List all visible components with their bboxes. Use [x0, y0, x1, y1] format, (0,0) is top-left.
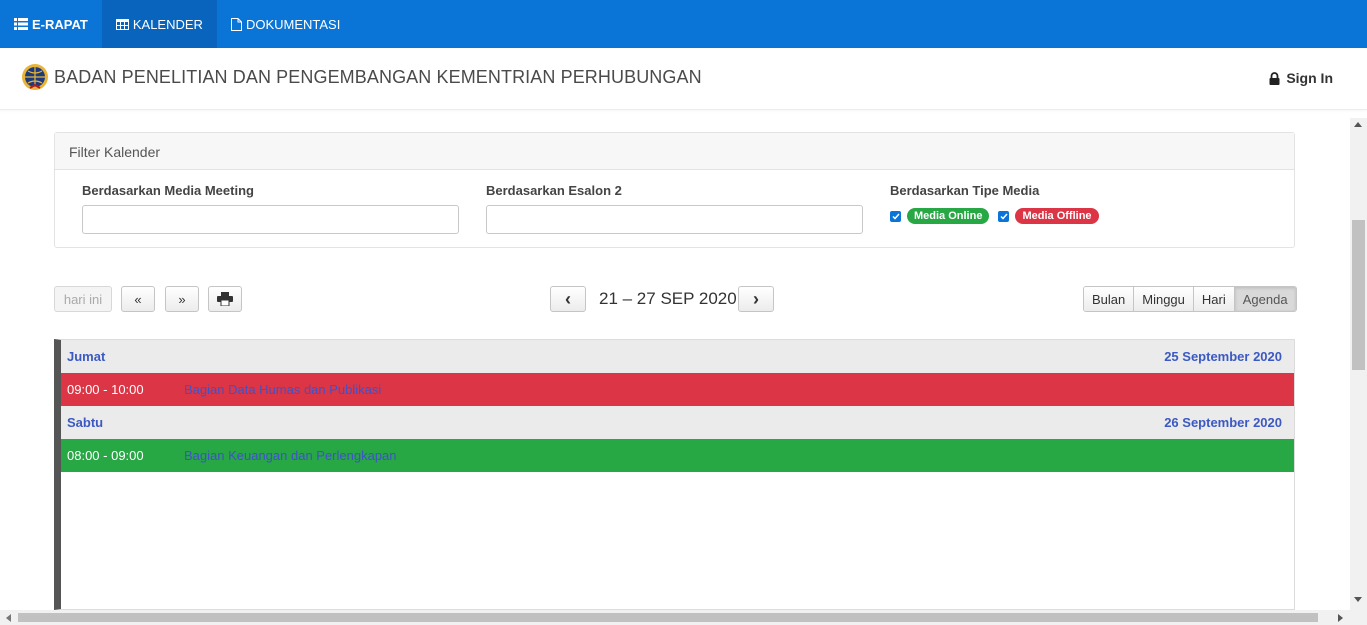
date-range-title: 21 – 27 SEP 2020 — [599, 289, 737, 308]
next-year-button[interactable]: » — [165, 286, 199, 312]
double-chevron-left-icon: « — [134, 291, 142, 307]
horizontal-scroll-thumb[interactable] — [18, 613, 1318, 622]
tipe-media-filter: Berdasarkan Tipe Media Media Online Medi… — [890, 183, 1108, 224]
agenda-event[interactable]: 08:00 - 09:00 Bagian Keuangan dan Perlen… — [61, 439, 1294, 472]
nav-item-kalender[interactable]: KALENDER — [101, 0, 217, 48]
view-hari-button[interactable]: Hari — [1193, 287, 1235, 311]
scroll-down-icon[interactable] — [1354, 597, 1362, 602]
media-offline-badge: Media Offline — [1015, 208, 1099, 224]
agenda-list: Jumat 25 September 2020 09:00 - 10:00 Ba… — [54, 339, 1295, 610]
chevron-right-icon: › — [753, 288, 759, 309]
list-icon — [14, 18, 28, 30]
nav-brand-label: E-RAPAT — [32, 16, 88, 32]
agenda-day-header: Sabtu 26 September 2020 — [61, 406, 1294, 439]
tipe-media-label: Berdasarkan Tipe Media — [890, 183, 1040, 198]
sign-in-link[interactable]: Sign In — [1269, 70, 1333, 86]
page-title: BADAN PENELITIAN DAN PENGEMBANGAN KEMENT… — [54, 67, 702, 87]
agenda-day-date: 26 September 2020 — [1164, 415, 1282, 430]
prev-week-button[interactable]: ‹ — [550, 286, 586, 312]
esalon-label: Berdasarkan Esalon 2 — [486, 183, 622, 198]
print-button[interactable] — [208, 286, 242, 312]
media-meeting-select[interactable] — [82, 205, 459, 234]
agenda-day-date: 25 September 2020 — [1164, 349, 1282, 364]
check-icon — [1000, 213, 1008, 220]
print-icon — [217, 292, 233, 306]
vertical-scroll-thumb[interactable] — [1352, 220, 1365, 370]
site-header: BADAN PENELITIAN DAN PENGEMBANGAN KEMENT… — [0, 48, 1367, 110]
chevron-left-icon: ‹ — [565, 288, 571, 309]
sign-in-label: Sign In — [1286, 70, 1333, 86]
nav-brand[interactable]: E-RAPAT — [0, 0, 102, 48]
nav-item-dokumentasi[interactable]: DOKUMENTASI — [217, 0, 354, 48]
check-icon — [891, 213, 900, 220]
nav-item-kalender-label: KALENDER — [132, 16, 203, 32]
organization-logo — [21, 63, 49, 91]
scrollbar-corner — [1350, 610, 1367, 625]
scroll-up-icon[interactable] — [1354, 122, 1362, 127]
filter-panel: Filter Kalender Berdasarkan Media Meetin… — [54, 132, 1295, 248]
event-title[interactable]: Bagian Keuangan dan Perlengkapan — [184, 448, 397, 463]
calendar-icon — [115, 18, 129, 30]
next-week-button[interactable]: › — [738, 286, 774, 312]
media-online-checkbox[interactable] — [890, 210, 901, 222]
agenda-day-header: Jumat 25 September 2020 — [61, 340, 1294, 373]
file-icon — [230, 17, 242, 31]
top-navbar: E-RAPAT KALENDER DOKUMENTASI — [0, 0, 1367, 48]
esalon-select[interactable] — [486, 205, 863, 234]
media-meeting-filter: Berdasarkan Media Meeting — [82, 183, 459, 234]
filter-panel-title: Filter Kalender — [55, 133, 1294, 170]
esalon-filter: Berdasarkan Esalon 2 — [486, 183, 863, 234]
scroll-right-icon[interactable] — [1338, 614, 1343, 622]
event-time: 09:00 - 10:00 — [67, 382, 144, 397]
double-chevron-right-icon: » — [178, 291, 186, 307]
agenda-day-name: Sabtu — [67, 415, 104, 430]
view-agenda-button[interactable]: Agenda — [1234, 287, 1296, 311]
agenda-event[interactable]: 09:00 - 10:00 Bagian Data Humas dan Publ… — [61, 373, 1294, 406]
view-switcher: Bulan Minggu Hari Agenda — [1083, 286, 1297, 312]
agenda-day-name: Jumat — [67, 349, 106, 364]
prev-year-button[interactable]: « — [121, 286, 155, 312]
view-bulan-button[interactable]: Bulan — [1084, 287, 1135, 311]
nav-item-dokumentasi-label: DOKUMENTASI — [245, 16, 341, 32]
event-time: 08:00 - 09:00 — [67, 448, 144, 463]
horizontal-scrollbar[interactable] — [0, 610, 1350, 625]
lock-icon — [1269, 71, 1280, 85]
media-offline-checkbox[interactable] — [998, 210, 1010, 222]
event-title[interactable]: Bagian Data Humas dan Publikasi — [184, 382, 381, 397]
view-minggu-button[interactable]: Minggu — [1134, 287, 1194, 311]
media-online-badge: Media Online — [907, 208, 990, 224]
vertical-scrollbar[interactable] — [1350, 118, 1367, 610]
media-meeting-label: Berdasarkan Media Meeting — [82, 183, 254, 198]
today-button[interactable]: hari ini — [54, 286, 112, 312]
scroll-left-icon[interactable] — [6, 614, 11, 622]
